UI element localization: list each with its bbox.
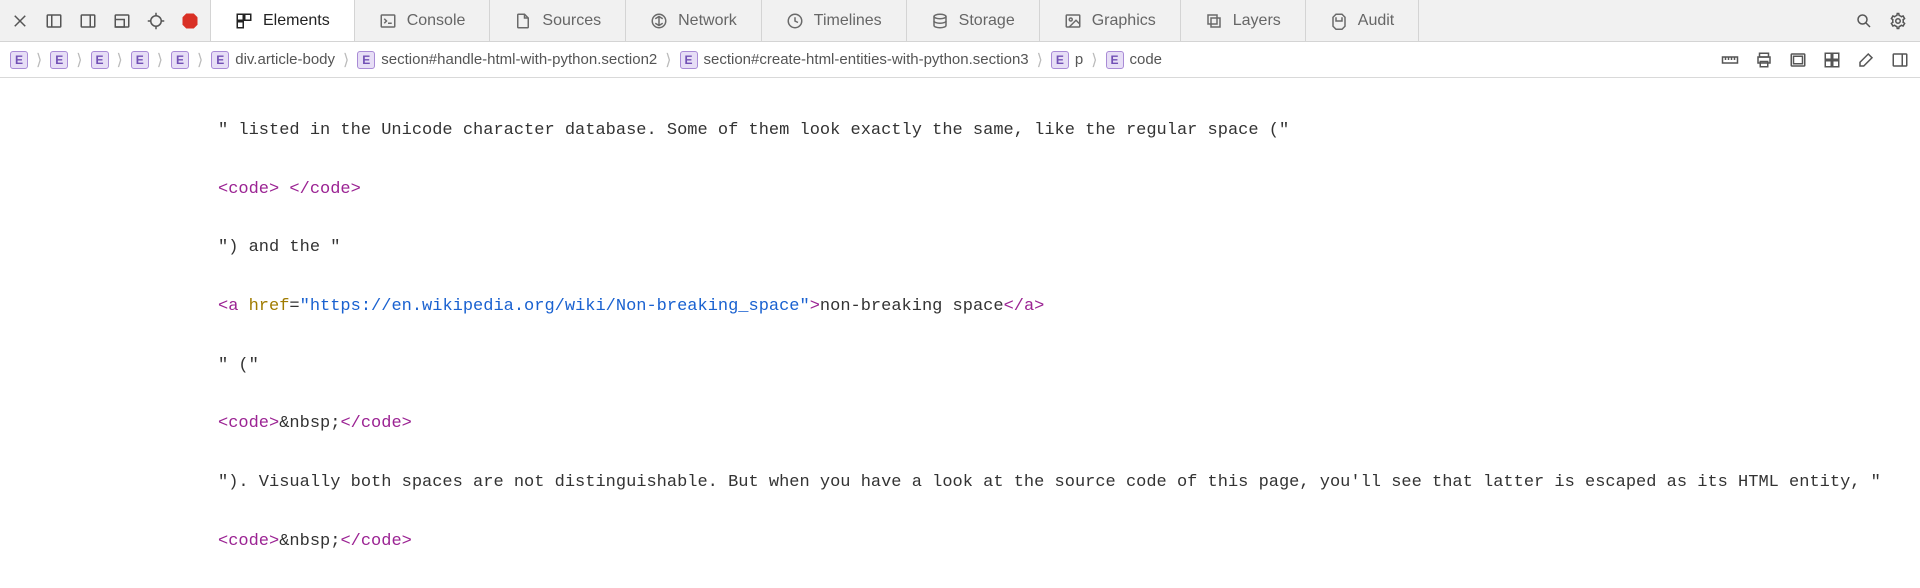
chevron-right-icon: ⟩ [665, 50, 671, 70]
crumb-badge[interactable]: E [10, 51, 28, 69]
tab-graphics[interactable]: Graphics [1040, 0, 1181, 41]
brush-icon[interactable] [1856, 50, 1876, 70]
chevron-right-icon: ⟩ [197, 50, 203, 70]
crumb-badge[interactable]: E [680, 51, 698, 69]
dock-left-icon[interactable] [44, 11, 64, 31]
crumb-code[interactable]: code [1130, 51, 1163, 68]
tab-label: Storage [959, 12, 1015, 30]
tab-label: Elements [263, 12, 330, 30]
crumb-p[interactable]: p [1075, 51, 1083, 68]
dock-right-icon[interactable] [78, 11, 98, 31]
dom-code-node[interactable]: <code>&nbsp;</code> [0, 532, 1920, 552]
dom-text-node[interactable]: " listed in the Unicode character databa… [0, 121, 1920, 141]
chevron-right-icon: ⟩ [36, 50, 42, 70]
search-icon[interactable] [1854, 11, 1874, 31]
sidebar-right-icon[interactable] [1890, 50, 1910, 70]
gear-icon[interactable] [1888, 11, 1908, 31]
dom-text-node[interactable]: " (" [0, 356, 1920, 376]
tab-timelines[interactable]: Timelines [762, 0, 907, 41]
crumb-badge[interactable]: E [91, 51, 109, 69]
stop-icon[interactable] [180, 11, 200, 31]
dock-bottom-icon[interactable] [112, 11, 132, 31]
tabbar-right-tools [1842, 0, 1920, 41]
tab-network[interactable]: Network [626, 0, 762, 41]
tab-label: Layers [1233, 12, 1281, 30]
crumb-badge[interactable]: E [1051, 51, 1069, 69]
tab-label: Sources [542, 12, 601, 30]
breadcrumb-bar: E ⟩ E ⟩ E ⟩ E ⟩ E ⟩ E div.article-body ⟩ E sec… [0, 42, 1920, 78]
breadcrumb-tools [1720, 50, 1910, 70]
breadcrumb: E ⟩ E ⟩ E ⟩ E ⟩ E ⟩ E div.article-body ⟩ E sec… [10, 50, 1162, 70]
chevron-right-icon: ⟩ [1091, 50, 1097, 70]
tab-audit[interactable]: Audit [1306, 0, 1419, 41]
print-icon[interactable] [1754, 50, 1774, 70]
chevron-right-icon: ⟩ [76, 50, 82, 70]
ruler-icon[interactable] [1720, 50, 1740, 70]
crumb-badge[interactable]: E [50, 51, 68, 69]
dom-code-node[interactable]: <code>&nbsp;</code> [0, 414, 1920, 434]
crumb-section2[interactable]: section#handle-html-with-python.section2 [381, 51, 657, 68]
tabbar-left-tools [0, 0, 211, 41]
tab-label: Timelines [814, 12, 882, 30]
tab-storage[interactable]: Storage [907, 0, 1040, 41]
devtools-tabbar: Elements Console Sources Network Timelin… [0, 0, 1920, 42]
dom-code-node[interactable]: <code> </code> [0, 180, 1920, 200]
crumb-badge[interactable]: E [131, 51, 149, 69]
dom-text-node[interactable]: ") and the " [0, 238, 1920, 258]
target-select-icon[interactable] [146, 11, 166, 31]
chevron-right-icon: ⟩ [1037, 50, 1043, 70]
chevron-right-icon: ⟩ [157, 50, 163, 70]
tab-sources[interactable]: Sources [490, 0, 626, 41]
panel-icon[interactable] [1788, 50, 1808, 70]
tab-console[interactable]: Console [355, 0, 491, 41]
crumb-section3[interactable]: section#create-html-entities-with-python… [704, 51, 1029, 68]
dom-text-node[interactable]: "). Visually both spaces are not disting… [0, 473, 1920, 493]
crumb-badge[interactable]: E [171, 51, 189, 69]
devtools-tabs: Elements Console Sources Network Timelin… [211, 0, 1842, 41]
grid4-icon[interactable] [1822, 50, 1842, 70]
tab-elements[interactable]: Elements [211, 0, 355, 41]
chevron-right-icon: ⟩ [343, 50, 349, 70]
tab-label: Audit [1358, 12, 1394, 30]
crumb-badge[interactable]: E [357, 51, 375, 69]
tab-label: Graphics [1092, 12, 1156, 30]
close-icon[interactable] [10, 11, 30, 31]
crumb-badge[interactable]: E [211, 51, 229, 69]
crumb-badge[interactable]: E [1106, 51, 1124, 69]
tab-layers[interactable]: Layers [1181, 0, 1306, 41]
tab-label: Console [407, 12, 466, 30]
chevron-right-icon: ⟩ [117, 50, 123, 70]
crumb-article-body[interactable]: div.article-body [235, 51, 335, 68]
dom-anchor-node[interactable]: <a href="https://en.wikipedia.org/wiki/N… [0, 297, 1920, 317]
tab-label: Network [678, 12, 737, 30]
dom-tree[interactable]: " listed in the Unicode character databa… [0, 78, 1920, 588]
